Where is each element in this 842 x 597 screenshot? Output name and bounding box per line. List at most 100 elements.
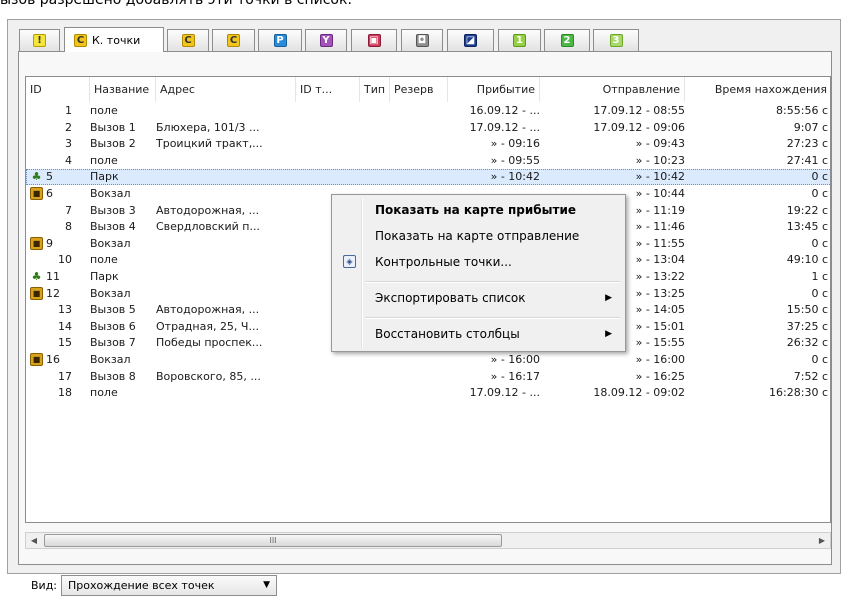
chevron-down-icon[interactable]: ▼: [263, 576, 270, 595]
cell-duration: 19:22 с: [786, 203, 828, 217]
cell-address: [156, 153, 296, 169]
tab-flag[interactable]: ◪: [447, 29, 494, 51]
view-label: Вид:: [31, 578, 58, 592]
view-select[interactable]: Прохождение всех точек ▼: [61, 574, 278, 596]
cell-name: поле: [90, 253, 118, 267]
menu-item[interactable]: Показать на карте прибытие: [335, 199, 622, 221]
table-row[interactable]: ■ 16 Вокзал » - 16:00 » - 16:00 0 с: [26, 352, 830, 368]
cell-address: Свердловский п...: [156, 220, 260, 234]
tab-checkpoint[interactable]: C К. точки: [64, 27, 164, 52]
cell-name: Вызов 3: [90, 203, 136, 217]
cell-name: Вокзал: [90, 187, 131, 200]
cell-arrival: » - 09:55: [490, 153, 540, 167]
tab-warning[interactable]: !: [19, 29, 60, 51]
column-header[interactable]: Резерв: [390, 77, 448, 102]
tab-fuel[interactable]: ◘: [401, 29, 443, 51]
cell-arrival: » - 16:17: [490, 369, 540, 383]
cell-duration: 0 с: [811, 286, 828, 300]
column-header[interactable]: Отправление: [540, 77, 685, 102]
submenu-arrow-icon: ▶: [605, 293, 612, 303]
cell-id: 18: [58, 386, 72, 400]
table-row[interactable]: 17 Вызов 8 Воровского, 85, ... » - 16:17 » -…: [26, 369, 830, 385]
menu-item[interactable]: Экспортировать список ▶: [335, 287, 622, 309]
menu-item-label: Восстановить столбцы: [375, 327, 520, 341]
column-header[interactable]: Прибытие: [448, 77, 540, 102]
table-row[interactable]: 4 поле » - 09:55 » - 10:23 27:41 с: [26, 153, 830, 169]
parking-icon: P: [273, 34, 287, 47]
table-row[interactable]: 2 Вызов 1 Блюхера, 101/3 ... 17.09.12 - ...…: [26, 120, 830, 136]
cell-duration: 0 с: [811, 187, 828, 200]
cell-id: ♣ 5: [31, 170, 53, 184]
table-row[interactable]: 3 Вызов 2 Троицкий тракт,... » - 09:16 » - 0…: [26, 136, 830, 152]
cell-departure: 18.09.12 - 09:02: [593, 386, 685, 400]
tab-checkpoint-c[interactable]: C: [167, 29, 209, 51]
tab-checkpoint-c2[interactable]: C: [212, 29, 255, 51]
cell-id: 2: [65, 120, 72, 134]
table-row[interactable]: 1 поле 16.09.12 - ... 17.09.12 - 08:55 8:55:…: [26, 103, 830, 119]
cell-address: Победы проспек...: [156, 336, 263, 350]
cell-id: 17: [58, 369, 72, 383]
cell-id: 15: [58, 336, 72, 350]
cell-arrival: » - 10:42: [490, 170, 540, 184]
cell-id: 1: [65, 104, 72, 117]
menu-item[interactable]: Восстановить столбцы ▶: [335, 323, 622, 345]
bus-icon: ■: [30, 236, 43, 250]
cell-address: [156, 236, 296, 252]
menu-item[interactable]: ◈ Контрольные точки...: [335, 251, 622, 273]
cell-duration: 9:07 с: [793, 120, 828, 134]
cell-name: Вокзал: [90, 353, 131, 366]
tab-number-1[interactable]: 1: [498, 29, 541, 51]
cell-duration: 1 с: [811, 270, 828, 283]
cell-arrival: » - 16:00: [490, 353, 540, 366]
cell-arrival: 16.09.12 - ...: [469, 104, 540, 117]
number-3-icon: 3: [609, 34, 623, 47]
cell-address: Автодорожная, ...: [156, 303, 260, 317]
cell-id: 10: [58, 253, 72, 267]
table-row[interactable]: 18 поле 17.09.12 - ... 18.09.12 - 09:02 16:2…: [26, 385, 830, 401]
cell-name: Вызов 6: [90, 319, 136, 333]
column-header[interactable]: Адрес: [156, 77, 296, 102]
column-header[interactable]: Название: [90, 77, 156, 102]
cell-departure: 17.09.12 - 09:06: [593, 120, 685, 134]
menu-item[interactable]: Показать на карте отправление: [335, 225, 622, 247]
column-header[interactable]: ID: [26, 77, 90, 102]
scroll-thumb[interactable]: III: [44, 534, 502, 547]
tab-tv[interactable]: ▣: [351, 29, 397, 51]
scroll-left-icon[interactable]: ◀: [26, 533, 42, 548]
cell-address: [156, 269, 296, 285]
tab-parking[interactable]: P: [258, 29, 302, 51]
table-row[interactable]: ♣ 5 Парк » - 10:42 » - 10:42 0 с: [26, 169, 830, 186]
cell-duration: 49:10 с: [786, 253, 828, 267]
scroll-right-icon[interactable]: ▶: [814, 533, 830, 548]
cell-address: [156, 252, 296, 268]
flag-icon: ◪: [464, 34, 477, 47]
menu-separator: [365, 317, 620, 319]
cell-duration: 7:52 с: [793, 369, 828, 383]
column-header[interactable]: ID т...: [296, 77, 360, 102]
tab-number-3[interactable]: 3: [593, 29, 639, 51]
column-header[interactable]: Тип: [360, 77, 390, 102]
top-clipped-text: ызов разрешено добавлять эти точки в спи…: [0, 0, 352, 8]
cell-id: 7: [65, 203, 72, 217]
column-header[interactable]: Время нахождения: [685, 77, 830, 102]
cell-address: Воровского, 85, ...: [156, 369, 261, 383]
cell-address: [156, 103, 296, 119]
bus-icon: ■: [30, 187, 43, 200]
cell-departure: » - 10:23: [635, 153, 685, 167]
cell-name: Вызов 8: [90, 369, 136, 383]
horizontal-scrollbar[interactable]: ◀ III ▶: [25, 532, 831, 549]
cell-duration: 27:41 с: [786, 153, 828, 167]
cell-name: Вызов 4: [90, 220, 136, 234]
cell-address: [156, 186, 296, 202]
cell-name: Вызов 7: [90, 336, 136, 350]
view-row: Вид: Прохождение всех точек ▼: [31, 573, 278, 597]
tab-number-2[interactable]: 2: [544, 29, 590, 51]
cell-arrival: 17.09.12 - ...: [469, 120, 540, 134]
menu-item-label: Показать на карте прибытие: [375, 203, 577, 217]
cell-duration: 8:55:56 с: [776, 104, 828, 117]
cell-departure: » - 16:25: [635, 369, 685, 383]
list-header: ID Название Адрес ID т... Тип Резерв Прибытие О…: [26, 77, 830, 102]
tab-cafe[interactable]: Y: [305, 29, 347, 51]
menu-item-label: Экспортировать список: [375, 291, 526, 305]
cell-name: Парк: [90, 270, 119, 283]
